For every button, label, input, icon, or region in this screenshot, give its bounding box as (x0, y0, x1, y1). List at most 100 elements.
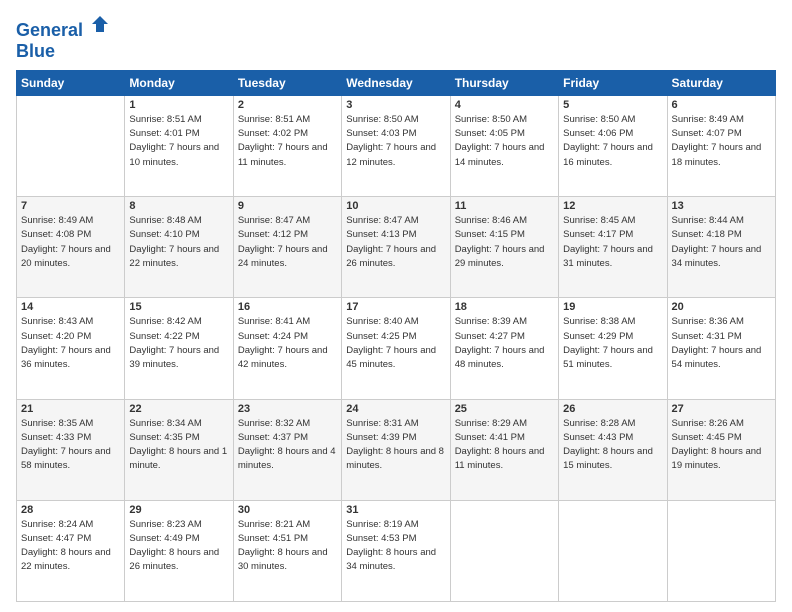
calendar-cell: 10Sunrise: 8:47 AMSunset: 4:13 PMDayligh… (342, 197, 450, 298)
calendar-cell: 6Sunrise: 8:49 AMSunset: 4:07 PMDaylight… (667, 95, 775, 196)
day-number: 8 (129, 200, 228, 212)
day-info: Sunrise: 8:48 AMSunset: 4:10 PMDaylight:… (129, 214, 228, 271)
sunset: Sunset: 4:41 PM (455, 432, 525, 443)
sunset: Sunset: 4:07 PM (672, 128, 742, 139)
sunrise: Sunrise: 8:51 AM (238, 114, 310, 125)
weekday-header-saturday: Saturday (667, 70, 775, 95)
calendar-cell: 2Sunrise: 8:51 AMSunset: 4:02 PMDaylight… (233, 95, 341, 196)
sunset: Sunset: 4:10 PM (129, 229, 199, 240)
day-number: 22 (129, 403, 228, 415)
sunrise: Sunrise: 8:43 AM (21, 316, 93, 327)
daylight: Daylight: 7 hours and 45 minutes. (346, 345, 436, 370)
sunset: Sunset: 4:25 PM (346, 331, 416, 342)
calendar-cell (667, 500, 775, 601)
sunrise: Sunrise: 8:19 AM (346, 519, 418, 530)
sunrise: Sunrise: 8:38 AM (563, 316, 635, 327)
calendar-cell: 7Sunrise: 8:49 AMSunset: 4:08 PMDaylight… (17, 197, 125, 298)
calendar-cell: 5Sunrise: 8:50 AMSunset: 4:06 PMDaylight… (559, 95, 667, 196)
day-number: 1 (129, 99, 228, 111)
sunset: Sunset: 4:45 PM (672, 432, 742, 443)
day-info: Sunrise: 8:38 AM Sunset: 4:29 PM Daylight:… (563, 315, 662, 372)
sunset: Sunset: 4:49 PM (129, 533, 199, 544)
logo-blue: Blue (16, 41, 110, 62)
sunrise: Sunrise: 8:49 AM (21, 215, 93, 226)
daylight: Daylight: 7 hours and 51 minutes. (563, 345, 653, 370)
day-number: 21 (21, 403, 120, 415)
day-info: Sunrise: 8:44 AMSunset: 4:18 PMDaylight:… (672, 214, 771, 271)
sunset: Sunset: 4:17 PM (563, 229, 633, 240)
sunrise: Sunrise: 8:50 AM (346, 114, 418, 125)
sunset: Sunset: 4:29 PM (563, 331, 633, 342)
daylight: Daylight: 8 hours and 19 minutes. (672, 446, 762, 471)
day-info: Sunrise: 8:34 AMSunset: 4:35 PMDaylight:… (129, 417, 228, 474)
day-info: Sunrise: 8:29 AMSunset: 4:41 PMDaylight:… (455, 417, 554, 474)
sunrise: Sunrise: 8:35 AM (21, 418, 93, 429)
sunset: Sunset: 4:39 PM (346, 432, 416, 443)
calendar-cell: 3Sunrise: 8:50 AMSunset: 4:03 PMDaylight… (342, 95, 450, 196)
day-number: 4 (455, 99, 554, 111)
calendar-cell: 31 Sunrise: 8:19 AMSunset: 4:53 PMDayligh… (342, 500, 450, 601)
calendar-cell (17, 95, 125, 196)
daylight: Daylight: 8 hours and 22 minutes. (21, 547, 111, 572)
sunrise: Sunrise: 8:40 AM (346, 316, 418, 327)
daylight: Daylight: 7 hours and 18 minutes. (672, 142, 762, 167)
week-row-3: 21 Sunrise: 8:35 AMSunset: 4:33 PMDayligh… (17, 399, 776, 500)
daylight: Daylight: 7 hours and 29 minutes. (455, 244, 545, 269)
sunrise: Sunrise: 8:47 AM (346, 215, 418, 226)
weekday-header-thursday: Thursday (450, 70, 558, 95)
calendar-cell: 15Sunrise: 8:42 AMSunset: 4:22 PMDayligh… (125, 298, 233, 399)
day-info: Sunrise: 8:50 AMSunset: 4:05 PMDaylight:… (455, 113, 554, 170)
calendar-cell: 17Sunrise: 8:40 AMSunset: 4:25 PMDayligh… (342, 298, 450, 399)
day-info: Sunrise: 8:49 AM Sunset: 4:07 PM Daylight:… (672, 113, 771, 170)
calendar-cell: 4 Sunrise: 8:50 AMSunset: 4:05 PMDaylight… (450, 95, 558, 196)
day-number: 18 (455, 301, 554, 313)
day-info: Sunrise: 8:41 AMSunset: 4:24 PMDaylight:… (238, 315, 337, 372)
daylight: Daylight: 7 hours and 20 minutes. (21, 244, 111, 269)
calendar-cell: 16Sunrise: 8:41 AMSunset: 4:24 PMDayligh… (233, 298, 341, 399)
day-info: Sunrise: 8:32 AMSunset: 4:37 PMDaylight:… (238, 417, 337, 474)
sunset: Sunset: 4:43 PM (563, 432, 633, 443)
day-number: 23 (238, 403, 337, 415)
week-row-4: 28Sunrise: 8:24 AMSunset: 4:47 PMDayligh… (17, 500, 776, 601)
calendar-cell: 19Sunrise: 8:38 AMSunset: 4:29 PMDayligh… (559, 298, 667, 399)
calendar-cell: 29 Sunrise: 8:23 AMSunset: 4:49 PMDayligh… (125, 500, 233, 601)
day-number: 7 (21, 200, 120, 212)
daylight: Daylight: 7 hours and 11 minutes. (238, 142, 328, 167)
calendar-cell: 27Sunrise: 8:26 AMSunset: 4:45 PMDayligh… (667, 399, 775, 500)
calendar-cell: 23 Sunrise: 8:32 AMSunset: 4:37 PMDayligh… (233, 399, 341, 500)
daylight: Daylight: 8 hours and 30 minutes. (238, 547, 328, 572)
day-number: 12 (563, 200, 662, 212)
day-number: 11 (455, 200, 554, 212)
day-number: 31 (346, 504, 445, 516)
sunrise: Sunrise: 8:42 AM (129, 316, 201, 327)
day-number: 29 (129, 504, 228, 516)
sunrise: Sunrise: 8:49 AM (672, 114, 744, 125)
day-info: Sunrise: 8:43 AMSunset: 4:20 PMDaylight:… (21, 315, 120, 372)
daylight: Daylight: 7 hours and 34 minutes. (672, 244, 762, 269)
day-info: Sunrise: 8:39 AMSunset: 4:27 PMDaylight:… (455, 315, 554, 372)
daylight: Daylight: 8 hours and 8 minutes. (346, 446, 444, 471)
day-number: 13 (672, 200, 771, 212)
sunrise: Sunrise: 8:28 AM (563, 418, 635, 429)
daylight: Daylight: 7 hours and 42 minutes. (238, 345, 328, 370)
day-info: Sunrise: 8:23 AMSunset: 4:49 PMDaylight:… (129, 518, 228, 575)
sunrise: Sunrise: 8:51 AM (129, 114, 201, 125)
calendar-cell: 20Sunrise: 8:36 AMSunset: 4:31 PMDayligh… (667, 298, 775, 399)
day-number: 5 (563, 99, 662, 111)
daylight: Daylight: 8 hours and 1 minute. (129, 446, 227, 471)
sunset: Sunset: 4:31 PM (672, 331, 742, 342)
daylight: Daylight: 7 hours and 31 minutes. (563, 244, 653, 269)
calendar-cell: 28Sunrise: 8:24 AMSunset: 4:47 PMDayligh… (17, 500, 125, 601)
calendar-cell: 11Sunrise: 8:46 AMSunset: 4:15 PMDayligh… (450, 197, 558, 298)
day-info: Sunrise: 8:35 AMSunset: 4:33 PMDaylight:… (21, 417, 120, 474)
weekday-header-sunday: Sunday (17, 70, 125, 95)
sunset: Sunset: 4:06 PM (563, 128, 633, 139)
calendar-cell: 13 Sunrise: 8:44 AMSunset: 4:18 PMDayligh… (667, 197, 775, 298)
day-info: Sunrise: 8:19 AMSunset: 4:53 PMDaylight:… (346, 518, 445, 575)
day-number: 30 (238, 504, 337, 516)
calendar-cell (559, 500, 667, 601)
day-info: Sunrise: 8:21 AMSunset: 4:51 PMDaylight:… (238, 518, 337, 575)
sunrise: Sunrise: 8:36 AM (672, 316, 744, 327)
sunrise: Sunrise: 8:31 AM (346, 418, 418, 429)
calendar-cell: 26Sunrise: 8:28 AMSunset: 4:43 PMDayligh… (559, 399, 667, 500)
